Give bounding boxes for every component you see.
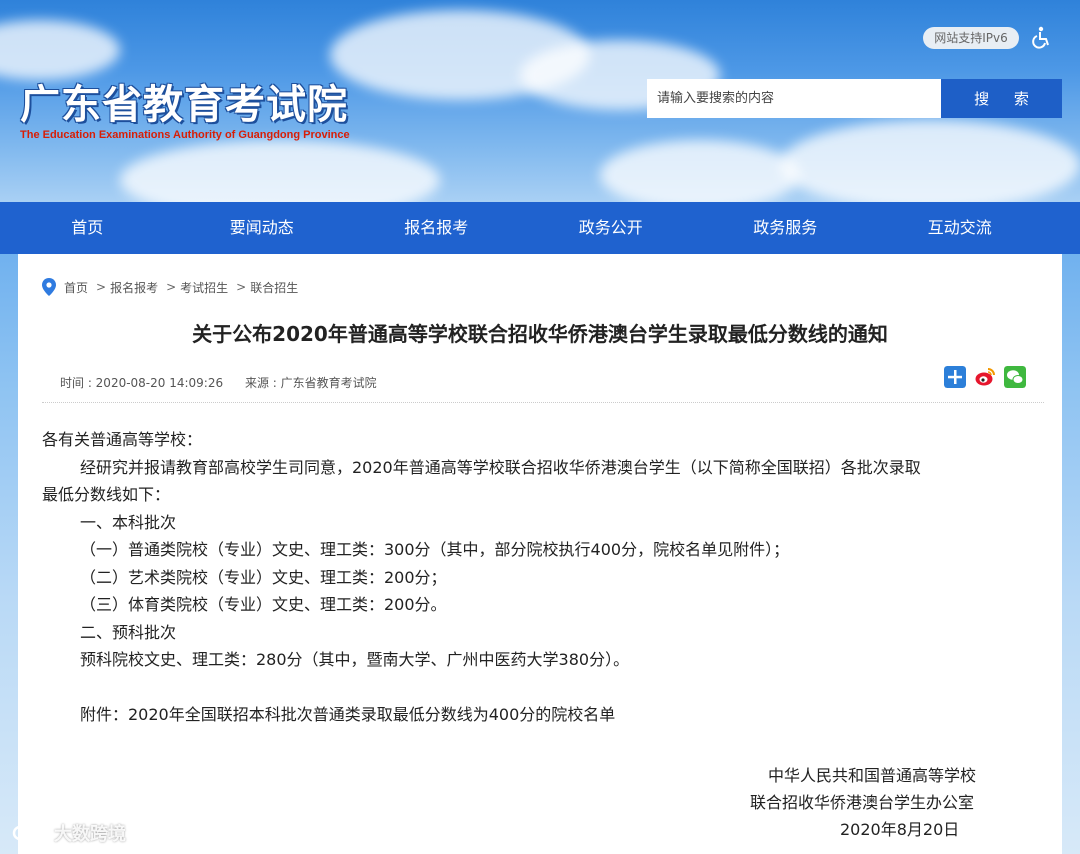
watermark: 大数跨境 — [12, 820, 126, 846]
breadcrumb-home[interactable]: 首页 — [64, 279, 88, 296]
article-body: 各有关普通高等学校： 经研究并报请教育部高校学生司同意，2020年普通高等学校联… — [42, 426, 1052, 728]
site-logo-title[interactable]: 广东省教育考试院 — [20, 72, 348, 130]
article-meta: 时间 : 2020-08-20 14:09:26 来源 : 广东省教育考试院 — [60, 374, 377, 391]
share-buttons — [944, 366, 1026, 388]
breadcrumb: 首页 > 报名报考 > 考试招生 > 联合招生 — [42, 278, 302, 296]
weibo-icon[interactable] — [974, 366, 996, 388]
article-section-heading: 一、本科批次 — [80, 512, 177, 532]
article-source: 来源 : 广东省教育考试院 — [244, 376, 377, 390]
article-card: 首页 > 报名报考 > 考试招生 > 联合招生 关于公布2020年普通高等学校联… — [18, 254, 1062, 854]
nav-item-gov-services[interactable]: 政务服务 — [698, 202, 873, 254]
breadcrumb-separator: > — [166, 280, 177, 294]
article-title: 关于公布2020年普通高等学校联合招收华侨港澳台学生录取最低分数线的通知 — [192, 322, 888, 346]
location-pin-icon — [42, 278, 56, 296]
article-time: 时间 : 2020-08-20 14:09:26 — [60, 376, 224, 390]
ipv6-badge: 网站支持IPv6 — [923, 27, 1019, 49]
article-paragraph: 经研究并报请教育部高校学生司同意，2020年普通高等学校联合招收华侨港澳台学生（… — [80, 457, 921, 477]
signature-line: 中华人民共和国普通高等学校 — [768, 766, 977, 785]
nav-item-news[interactable]: 要闻动态 — [175, 202, 350, 254]
search-input[interactable] — [647, 79, 941, 118]
site-header: 广东省教育考试院 The Education Examinations Auth… — [0, 0, 1080, 202]
article-list-item: （三）体育类院校（专业）文史、理工类：200分。 — [80, 595, 447, 614]
wheelchair-icon[interactable] — [1030, 26, 1052, 50]
cloud-decoration — [0, 20, 120, 80]
search-button[interactable]: 搜 索 — [941, 79, 1062, 118]
breadcrumb-separator: > — [236, 280, 247, 294]
meta-divider — [42, 402, 1044, 403]
signature-line: 联合招收华侨港澳台学生办公室 — [750, 793, 975, 812]
wechat-icon[interactable] — [1004, 366, 1026, 388]
article-attachment-link[interactable]: 附件：2020年全国联招本科批次普通类录取最低分数线为400分的院校名单 — [42, 701, 1052, 729]
article-list-item: （二）艺术类院校（专业）文史、理工类：200分； — [80, 567, 447, 587]
article-list-item: （一）普通类院校（专业）文史、理工类：300分（其中，部分院校执行400分，院校… — [80, 540, 790, 559]
breadcrumb-separator: > — [96, 280, 107, 294]
main-nav: 首页 要闻动态 报名报考 政务公开 政务服务 互动交流 — [0, 202, 1080, 254]
article-paragraph: 最低分数线如下： — [42, 485, 171, 504]
nav-item-registration[interactable]: 报名报考 — [349, 202, 524, 254]
article-section-heading: 二、预科批次 — [80, 622, 177, 642]
cloud-decoration — [120, 140, 440, 202]
site-logo-subtitle: The Education Examinations Authority of … — [20, 129, 350, 141]
article-greeting: 各有关普通高等学校： — [42, 430, 203, 449]
nav-item-gov-affairs[interactable]: 政务公开 — [524, 202, 699, 254]
watermark-text: 大数跨境 — [54, 824, 126, 845]
signature-date: 2020年8月20日 — [840, 820, 960, 839]
plus-share-icon[interactable] — [944, 366, 966, 388]
nav-item-home[interactable]: 首页 — [0, 202, 175, 254]
breadcrumb-exams[interactable]: 考试招生 — [180, 279, 228, 296]
breadcrumb-registration[interactable]: 报名报考 — [110, 279, 158, 296]
breadcrumb-joint-enrollment[interactable]: 联合招生 — [250, 279, 298, 296]
cloud-decoration — [600, 140, 800, 202]
cloud-decoration — [780, 120, 1080, 202]
article-list-item: 预科院校文史、理工类：280分（其中，暨南大学、广州中医药大学380分）。 — [80, 650, 630, 669]
watermark-logo-icon — [12, 825, 50, 841]
nav-item-interaction[interactable]: 互动交流 — [873, 202, 1048, 254]
